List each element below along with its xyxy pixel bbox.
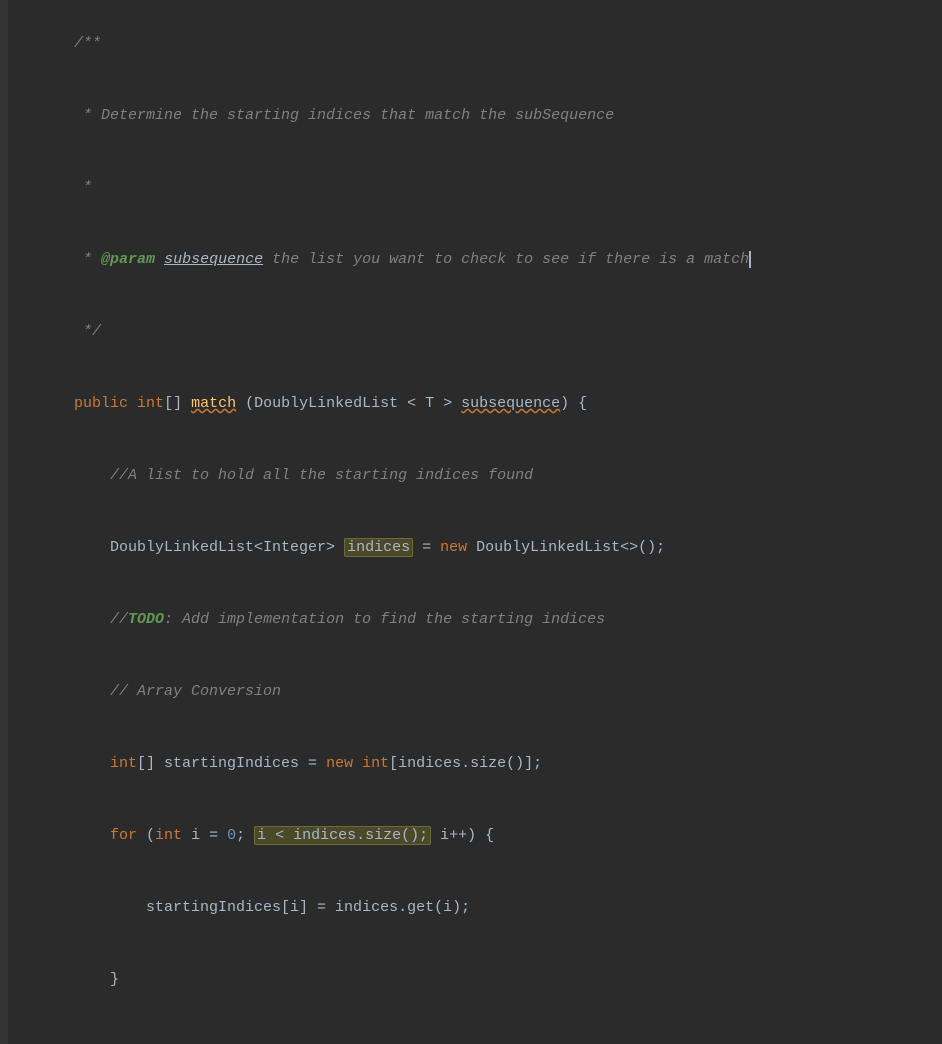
line-12: for (int i = 0; i < indices.size(); i++)…: [20, 800, 942, 872]
line-4: * @param subsequence the list you want t…: [20, 224, 942, 296]
line-8: DoublyLinkedList<Integer> indices = new …: [20, 512, 942, 584]
line-7: //A list to hold all the starting indice…: [20, 440, 942, 512]
code-editor: /** * Determine the starting indices tha…: [0, 0, 942, 1044]
line-1: /**: [20, 8, 942, 80]
line-11: int[] startingIndices = new int[indices.…: [20, 728, 942, 800]
line-15: return startingIndices;: [20, 1016, 942, 1044]
line-5: */: [20, 296, 942, 368]
line-2: * Determine the starting indices that ma…: [20, 80, 942, 152]
editor-gutter: [0, 0, 8, 1044]
line-9: //TODO: Add implementation to find the s…: [20, 584, 942, 656]
line-13: startingIndices[i] = indices.get(i);: [20, 872, 942, 944]
code-content[interactable]: /** * Determine the starting indices tha…: [8, 0, 942, 1044]
line-10: // Array Conversion: [20, 656, 942, 728]
line-14: }: [20, 944, 942, 1016]
line-6: public int[] match (DoublyLinkedList < T…: [20, 368, 942, 440]
line-3: *: [20, 152, 942, 224]
